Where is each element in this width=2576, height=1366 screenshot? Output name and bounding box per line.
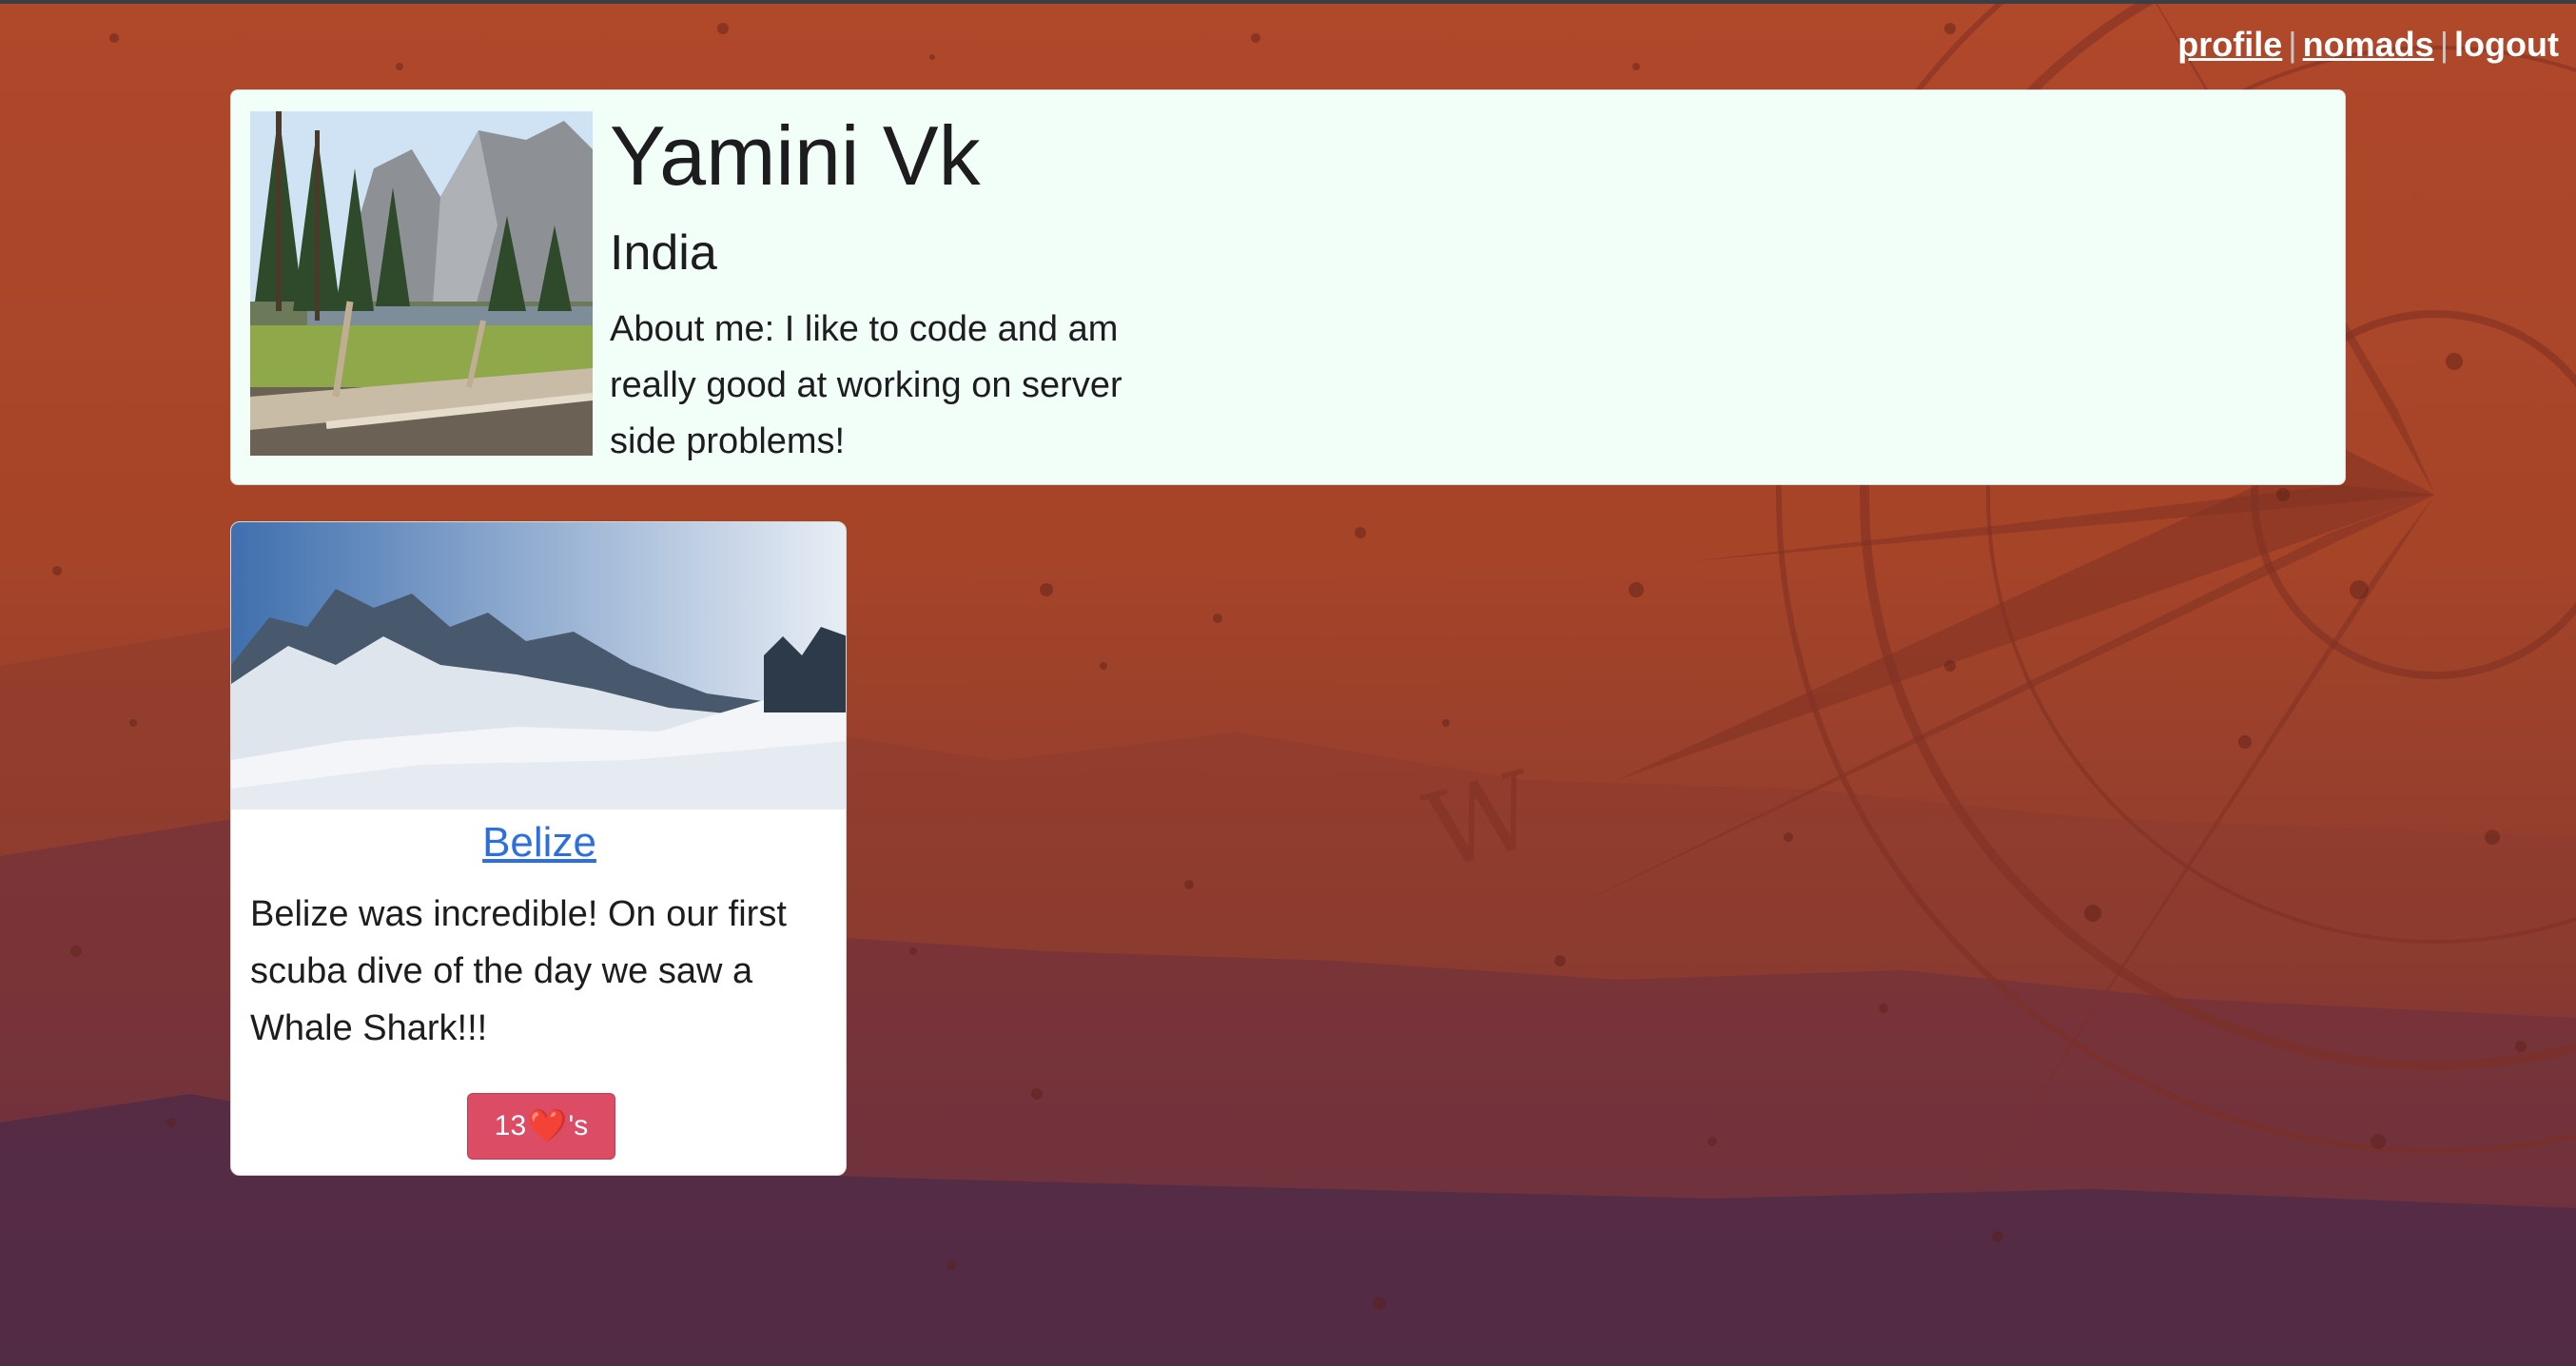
like-button[interactable]: 13 ❤️'s [467,1093,615,1160]
top-nav: profile | nomads | logout [2177,25,2559,65]
nomads-link[interactable]: nomads [2303,25,2434,64]
like-suffix: 's [568,1110,589,1142]
like-count: 13 [494,1110,527,1142]
post-card: Belize Belize was incredible! On our fir… [230,521,847,1176]
nav-separator: | [2439,25,2449,64]
profile-photo [250,111,593,456]
heart-icon: ❤️ [527,1108,568,1144]
nav-separator: | [2288,25,2297,64]
post-title-container: Belize [231,819,846,867]
profile-card: Yamini Vk India About me: I like to code… [230,89,2346,485]
profile-name: Yamini Vk [610,108,981,203]
snowy-mountains-photo-icon [231,522,846,810]
profile-about: About me: I like to code and am really g… [610,309,1122,461]
profile-country: India [610,225,717,281]
logout-link[interactable]: logout [2454,25,2559,64]
post-title-link[interactable]: Belize [482,819,596,866]
post-body: Belize was incredible! On our first scub… [250,894,787,1049]
post-photo [231,522,846,810]
browser-top-edge [0,0,2576,4]
profile-link[interactable]: profile [2177,25,2282,64]
forest-mountain-photo-icon [250,111,593,456]
